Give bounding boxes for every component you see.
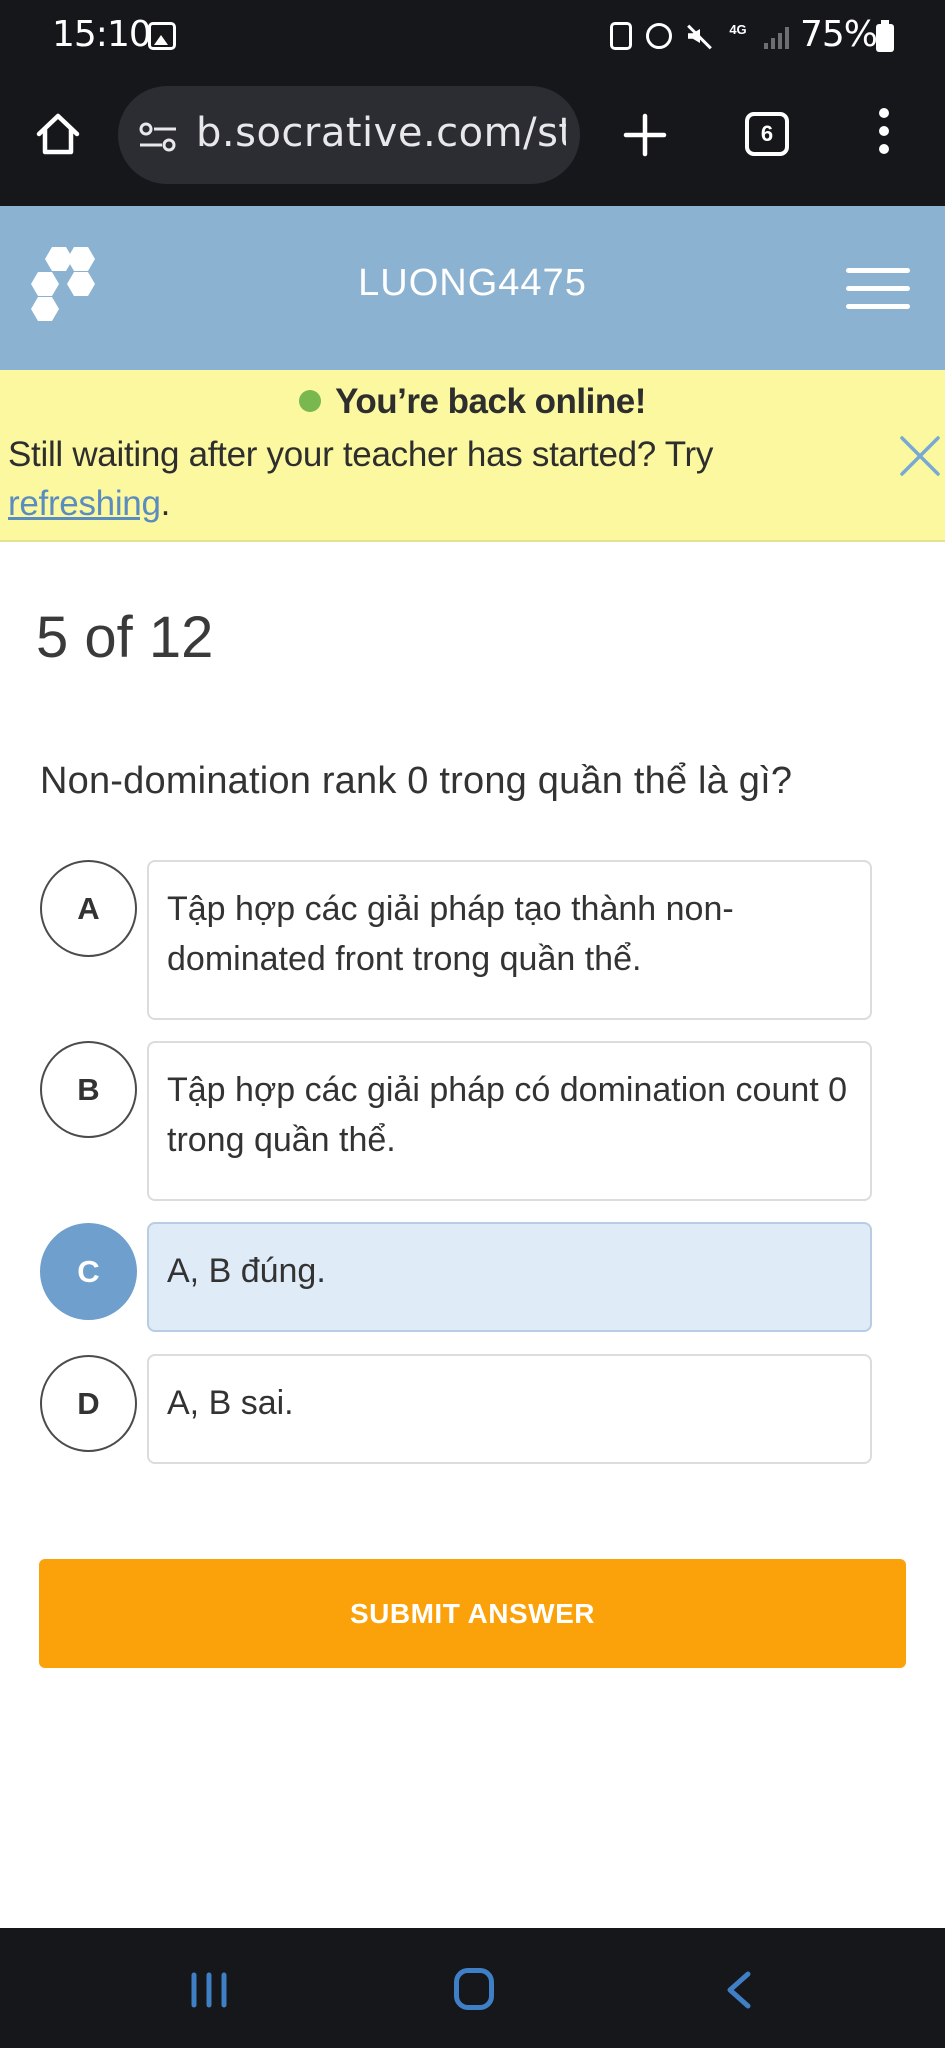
choice-text-b[interactable]: Tập hợp các giải pháp có domination coun… [147,1041,872,1201]
recent-apps-icon[interactable] [190,1972,228,2008]
nav-home-icon[interactable] [454,1968,494,2010]
submit-answer-button[interactable]: SUBMIT ANSWER [39,1559,906,1668]
banner-message: Still waiting after your teacher has sta… [8,430,828,528]
online-banner: You’re back online! Still waiting after … [0,370,945,542]
choice-letter-a[interactable]: A [40,860,137,957]
back-icon[interactable] [724,1970,754,2010]
network-type: 4G [729,22,747,37]
url-text: b.socrative.com/st [196,110,566,156]
gallery-notification-icon [148,22,176,50]
page: 15:10 4G 75% b.socrative.com/st 6 LUONG4… [0,0,945,2048]
banner-title-row: You’re back online! [0,382,945,422]
choice-letter-d[interactable]: D [40,1355,137,1452]
home-icon[interactable] [34,110,82,158]
banner-message-suffix: . [160,484,171,523]
question-text: Non-domination rank 0 trong quần thể là … [40,760,793,802]
choice-letter-c[interactable]: C [40,1223,137,1320]
refresh-link[interactable]: refreshing [8,484,161,523]
banner-message-text: Still waiting after your teacher has sta… [8,435,714,474]
choice-letter-b[interactable]: B [40,1041,137,1138]
status-time: 15:10 [52,14,152,55]
close-icon[interactable] [896,432,944,480]
hamburger-menu-icon[interactable] [846,268,910,312]
mute-icon [686,23,712,49]
room-name: LUONG4475 [358,262,587,304]
battery-level: 75% [800,14,878,55]
site-settings-icon[interactable] [138,120,178,154]
status-icons: 4G [610,18,794,54]
choice-text-d[interactable]: A, B sai. [147,1354,872,1464]
question-progress: 5 of 12 [36,605,214,670]
new-tab-icon[interactable] [620,110,670,160]
app-header: LUONG4475 [0,206,945,370]
tab-switcher-button[interactable]: 6 [745,112,789,156]
choice-text-a[interactable]: Tập hợp các giải pháp tạo thành non-domi… [147,860,872,1020]
system-nav-bar [0,1928,945,2048]
choice-text-c[interactable]: A, B đúng. [147,1222,872,1332]
address-bar[interactable]: b.socrative.com/st [118,86,580,184]
browser-toolbar: b.socrative.com/st 6 [0,72,945,206]
battery-icon [876,20,894,52]
battery-saver-icon [610,22,632,50]
status-bar: 15:10 4G 75% [0,0,945,72]
signal-icon [764,23,794,49]
online-status-icon [299,389,322,412]
alarm-icon [646,23,672,49]
browser-menu-icon[interactable] [872,108,896,162]
banner-title: You’re back online! [335,382,646,421]
